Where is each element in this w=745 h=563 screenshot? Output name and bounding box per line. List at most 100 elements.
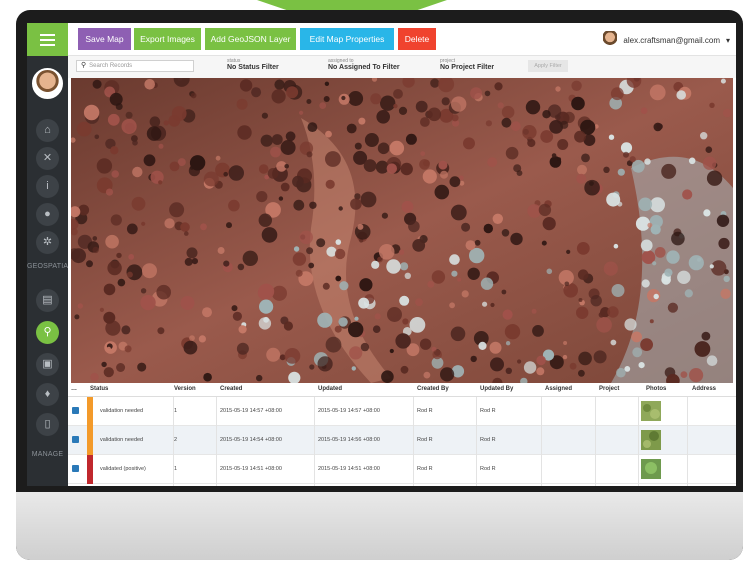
- add-geojson-layer-button[interactable]: Add GeoJSON Layer: [205, 28, 296, 50]
- tree-canopy: [502, 309, 513, 320]
- column-divider: [314, 397, 315, 486]
- photo-thumbnail[interactable]: [641, 459, 661, 479]
- settings-icon[interactable]: ✲: [36, 231, 59, 254]
- tree-canopy: [527, 138, 536, 148]
- row-checkbox[interactable]: [72, 436, 79, 443]
- header-updated-by[interactable]: Updated By: [480, 386, 513, 392]
- tree-canopy: [577, 269, 589, 280]
- tree-canopy: [131, 135, 138, 142]
- apply-filter-button[interactable]: Apply Filter: [528, 60, 568, 72]
- app-screen: ⌂ ✕ i ● ✲ GEOSPATIAL ▤ ⚲ ▣ ♦ ▯ MANAGE Sa…: [27, 23, 736, 486]
- info-icon[interactable]: i: [36, 175, 59, 198]
- header-address[interactable]: Address: [692, 386, 716, 392]
- photo-thumbnail[interactable]: [641, 401, 661, 421]
- tree-canopy: [306, 99, 312, 104]
- avatar[interactable]: [32, 68, 63, 99]
- tree-canopy: [285, 131, 296, 142]
- tree-canopy: [349, 346, 363, 360]
- tree-canopy: [271, 89, 286, 104]
- header-created[interactable]: Created: [220, 386, 242, 392]
- tree-canopy: [638, 197, 653, 212]
- tree-canopy: [163, 120, 169, 126]
- hamburger-menu-button[interactable]: [27, 23, 68, 56]
- home-icon[interactable]: ⌂: [36, 119, 59, 142]
- save-map-button[interactable]: Save Map: [78, 28, 131, 50]
- tree-canopy: [716, 214, 730, 227]
- tree-canopy: [465, 240, 476, 251]
- tree-canopy: [596, 317, 612, 333]
- photo-thumbnail[interactable]: [641, 430, 661, 450]
- header-created-by[interactable]: Created By: [417, 386, 449, 392]
- tree-canopy: [260, 134, 273, 147]
- cell-version: 2: [174, 437, 178, 443]
- export-images-button[interactable]: Export Images: [134, 28, 201, 50]
- map-pin-icon[interactable]: ⚲: [36, 321, 59, 344]
- tree-canopy: [267, 168, 279, 179]
- tree-canopy: [667, 302, 679, 313]
- tree-canopy: [325, 336, 342, 353]
- tree-canopy: [536, 367, 545, 376]
- tree-canopy: [564, 281, 570, 287]
- header-status[interactable]: Status: [90, 386, 108, 392]
- tree-canopy: [432, 349, 443, 360]
- tree-canopy: [215, 155, 221, 161]
- row-checkbox[interactable]: [72, 465, 79, 472]
- header-assigned[interactable]: Assigned: [545, 386, 572, 392]
- tree-canopy: [299, 110, 304, 115]
- tree-canopy: [156, 284, 171, 300]
- tree-canopy: [190, 92, 197, 99]
- tree-canopy: [258, 213, 272, 227]
- cell-status: validation needed: [100, 437, 144, 443]
- tree-canopy: [623, 151, 629, 158]
- status-filter[interactable]: status No Status Filter: [227, 58, 279, 71]
- tree-canopy: [381, 370, 394, 383]
- assigned-filter[interactable]: assigned to No Assigned To Filter: [328, 58, 400, 71]
- tree-canopy: [377, 142, 390, 155]
- document-icon[interactable]: ▤: [36, 289, 59, 312]
- tree-canopy: [326, 246, 337, 257]
- tree-canopy: [325, 179, 335, 189]
- tree-canopy: [354, 142, 362, 150]
- tree-canopy: [236, 98, 248, 110]
- tree-canopy: [271, 285, 287, 301]
- tree-canopy: [703, 209, 711, 217]
- status-color-stripe: [87, 397, 93, 426]
- table-row[interactable]: validation needed 2 2015-05-19 14:54 +08…: [68, 426, 736, 455]
- tree-canopy: [688, 157, 696, 165]
- tree-canopy: [419, 338, 432, 350]
- user-menu[interactable]: alex.craftsman@gmail.com ▾: [603, 31, 730, 49]
- search-input[interactable]: ⚲ Search Records: [76, 60, 194, 72]
- tree-canopy: [200, 223, 207, 231]
- thumbs-up-icon[interactable]: ♦: [36, 383, 59, 406]
- table-row[interactable]: validation needed 1 2015-05-19 14:57 +08…: [68, 397, 736, 426]
- tree-canopy: [581, 153, 590, 163]
- tree-canopy: [237, 125, 252, 140]
- tree-canopy: [666, 250, 680, 264]
- tools-icon[interactable]: ✕: [36, 147, 59, 170]
- row-checkbox[interactable]: [72, 407, 79, 414]
- tree-canopy: [631, 331, 642, 343]
- header-photos[interactable]: Photos: [646, 386, 666, 392]
- edit-map-properties-button[interactable]: Edit Map Properties: [300, 28, 394, 50]
- file-icon[interactable]: ▯: [36, 413, 59, 436]
- tree-canopy: [259, 299, 274, 314]
- cell-created-by: Rod R: [417, 408, 433, 414]
- tree-canopy: [184, 257, 193, 266]
- aerial-map-image[interactable]: [71, 78, 733, 383]
- table-row[interactable]: validated (positive) 1 2015-05-19 14:51 …: [68, 455, 736, 484]
- tags-icon[interactable]: ●: [36, 203, 59, 226]
- delete-button[interactable]: Delete: [398, 28, 436, 50]
- tree-canopy: [517, 359, 522, 364]
- tree-canopy: [434, 184, 450, 200]
- tree-canopy: [483, 223, 493, 234]
- tree-canopy: [116, 363, 126, 372]
- header-project[interactable]: Project: [599, 386, 619, 392]
- tree-canopy: [322, 282, 330, 290]
- image-icon[interactable]: ▣: [36, 353, 59, 376]
- tree-canopy: [482, 301, 488, 307]
- header-updated[interactable]: Updated: [318, 386, 342, 392]
- section-manage: MANAGE: [31, 451, 64, 458]
- project-filter[interactable]: project No Project Filter: [440, 58, 494, 71]
- header-version[interactable]: Version: [174, 386, 196, 392]
- tree-canopy: [689, 368, 704, 383]
